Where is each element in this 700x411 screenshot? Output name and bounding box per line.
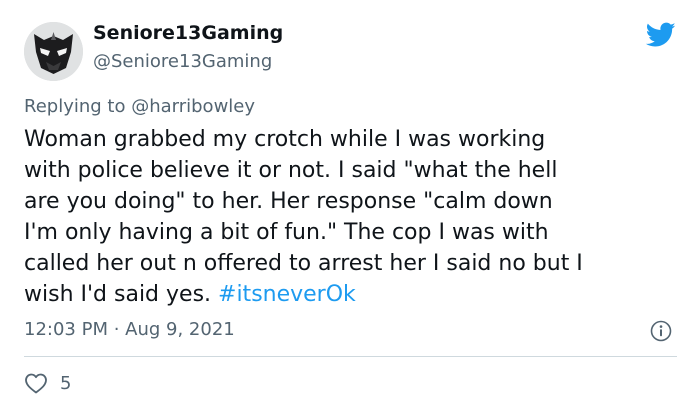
tweet-text-line: I'm only having a bit of fun." The cop I… (24, 220, 549, 245)
replying-prefix: Replying to (24, 96, 132, 117)
twitter-bird-icon[interactable] (646, 22, 676, 48)
hashtag-link[interactable]: #itsneverOk (218, 282, 356, 307)
replying-mention-link[interactable]: @harribowley (131, 96, 255, 117)
tweet-text-segment: wish I'd said yes. (24, 282, 219, 307)
author-display-name[interactable]: Seniore13Gaming (93, 22, 283, 44)
tweet-timestamp[interactable]: 12:03 PM · Aug 9, 2021 (24, 319, 235, 340)
avatar[interactable] (24, 22, 83, 81)
info-icon[interactable] (650, 320, 672, 342)
like-button[interactable]: 5 (24, 372, 71, 394)
author-handle[interactable]: @Seniore13Gaming (93, 51, 272, 72)
divider (24, 356, 677, 357)
like-count: 5 (60, 372, 72, 394)
replying-to: Replying to @harribowley (24, 96, 255, 117)
tweet-text-line: Woman grabbed my crotch while I was work… (24, 127, 546, 152)
tweet-card: Seniore13Gaming @Seniore13Gaming Replyin… (0, 0, 700, 411)
heart-icon[interactable] (24, 372, 48, 394)
avatar-helmet-icon (24, 22, 83, 81)
tweet-text-line: called her out n offered to arrest her I… (24, 251, 583, 276)
tweet-text: Woman grabbed my crotch while I was work… (24, 124, 684, 310)
tweet-text-line: with police believe it or not. I said "w… (24, 158, 558, 183)
tweet-text-line-last: wish I'd said yes. #itsneverOk (24, 279, 684, 310)
tweet-text-line: are you doing" to her. Her response "cal… (24, 189, 553, 214)
